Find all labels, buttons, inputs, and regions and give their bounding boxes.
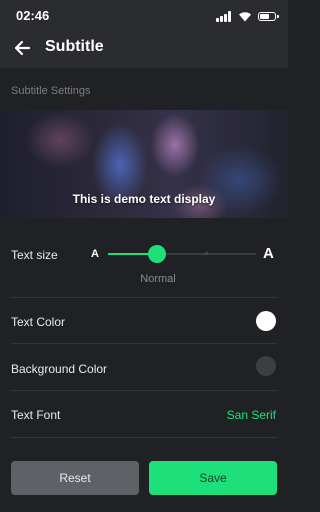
slider-tick [205,252,208,255]
page-title: Subtitle [45,38,104,55]
divider [11,343,277,344]
app-bar: Subtitle [0,30,288,68]
text-color-swatch[interactable] [256,311,276,331]
text-size-small-glyph: A [91,248,99,260]
signal-icon [216,10,232,22]
save-button[interactable]: Save [149,461,277,495]
text-size-caption: Normal [140,273,176,285]
text-size-label: Text size [11,248,58,262]
background-color-swatch[interactable] [256,356,276,376]
battery-icon [258,11,279,21]
status-bar: 02:46 [0,0,288,30]
section-heading: Subtitle Settings [11,85,91,97]
divider [11,437,277,438]
background-color-label: Background Color [11,362,108,376]
reset-button[interactable]: Reset [11,461,139,495]
text-color-label: Text Color [11,315,66,329]
wifi-icon [239,11,251,21]
arrow-left-icon[interactable] [12,38,32,58]
subtitle-preview: This is demo text display [0,110,288,218]
status-icons [216,10,279,22]
text-font-label: Text Font [11,408,61,422]
divider [11,390,277,391]
preview-demo-text: This is demo text display [72,192,216,206]
status-time: 02:46 [16,8,50,23]
divider [11,297,277,298]
text-size-slider[interactable] [108,245,256,263]
text-font-value[interactable]: San Serif [227,408,276,422]
text-size-large-glyph: A [263,245,274,262]
slider-thumb[interactable] [147,245,166,263]
